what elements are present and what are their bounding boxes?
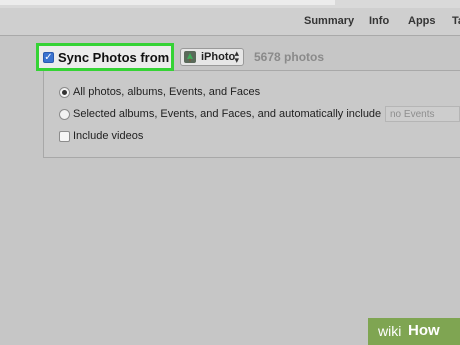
window-top-strip (0, 0, 460, 8)
all-photos-radio[interactable] (59, 87, 70, 98)
include-videos-label[interactable]: Include videos (73, 130, 143, 142)
tab-apps[interactable]: Apps (408, 15, 436, 27)
sync-photos-checkbox[interactable]: ✓ (43, 52, 54, 63)
iphoto-icon (184, 51, 196, 63)
watermark-wiki: wiki (378, 323, 402, 339)
tab-info[interactable]: Info (369, 15, 389, 27)
events-select[interactable]: no Events (385, 106, 460, 122)
tab-summary[interactable]: Summary (304, 15, 354, 27)
selected-albums-label[interactable]: Selected albums, Events, and Faces, and … (73, 108, 381, 120)
photo-source-popup[interactable]: iPhoto ▴ ▾ (180, 48, 244, 66)
sync-photos-label[interactable]: Sync Photos from (58, 50, 169, 65)
photo-count: 5678 photos (254, 50, 325, 64)
watermark-how: How (408, 322, 440, 339)
all-photos-label[interactable]: All photos, albums, Events, and Faces (73, 86, 260, 98)
include-videos-checkbox[interactable] (59, 131, 70, 142)
selected-albums-radio[interactable] (59, 109, 70, 120)
tab-truncated[interactable]: Ta (452, 15, 460, 27)
photo-source-value: iPhoto (201, 51, 236, 63)
popup-arrows-icon: ▴ ▾ (234, 48, 239, 65)
tab-bar: Summary Info Apps Ta (0, 8, 460, 36)
wikihow-watermark: wiki How (368, 318, 460, 345)
